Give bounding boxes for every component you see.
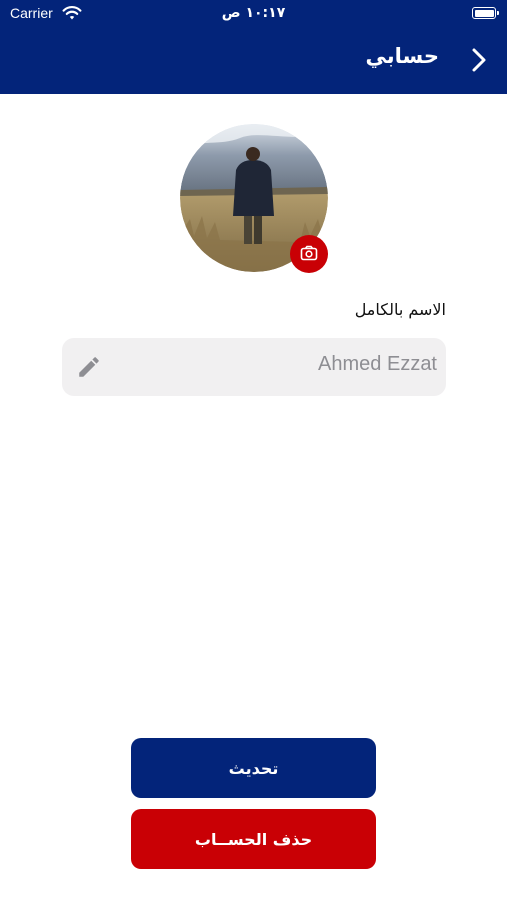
camera-icon xyxy=(300,245,318,261)
chevron-right-icon[interactable] xyxy=(469,46,489,74)
full-name-field[interactable]: Ahmed Ezzat xyxy=(62,338,446,396)
change-photo-button[interactable] xyxy=(290,235,328,273)
full-name-label: الاسم بالكامل xyxy=(354,300,446,319)
app-header: Carrier ١٠:١٧ ص حسابي xyxy=(0,0,507,94)
clock-time: ١٠:١٧ ص xyxy=(221,5,286,21)
pencil-icon[interactable] xyxy=(76,354,102,380)
full-name-value[interactable]: Ahmed Ezzat xyxy=(318,353,437,376)
page-title: حسابي xyxy=(365,44,439,68)
delete-account-button[interactable]: حذف الحســاب xyxy=(131,809,376,869)
update-button[interactable]: تحديث xyxy=(131,738,376,798)
battery-icon xyxy=(472,7,499,19)
status-bar: Carrier ١٠:١٧ ص xyxy=(0,0,507,30)
